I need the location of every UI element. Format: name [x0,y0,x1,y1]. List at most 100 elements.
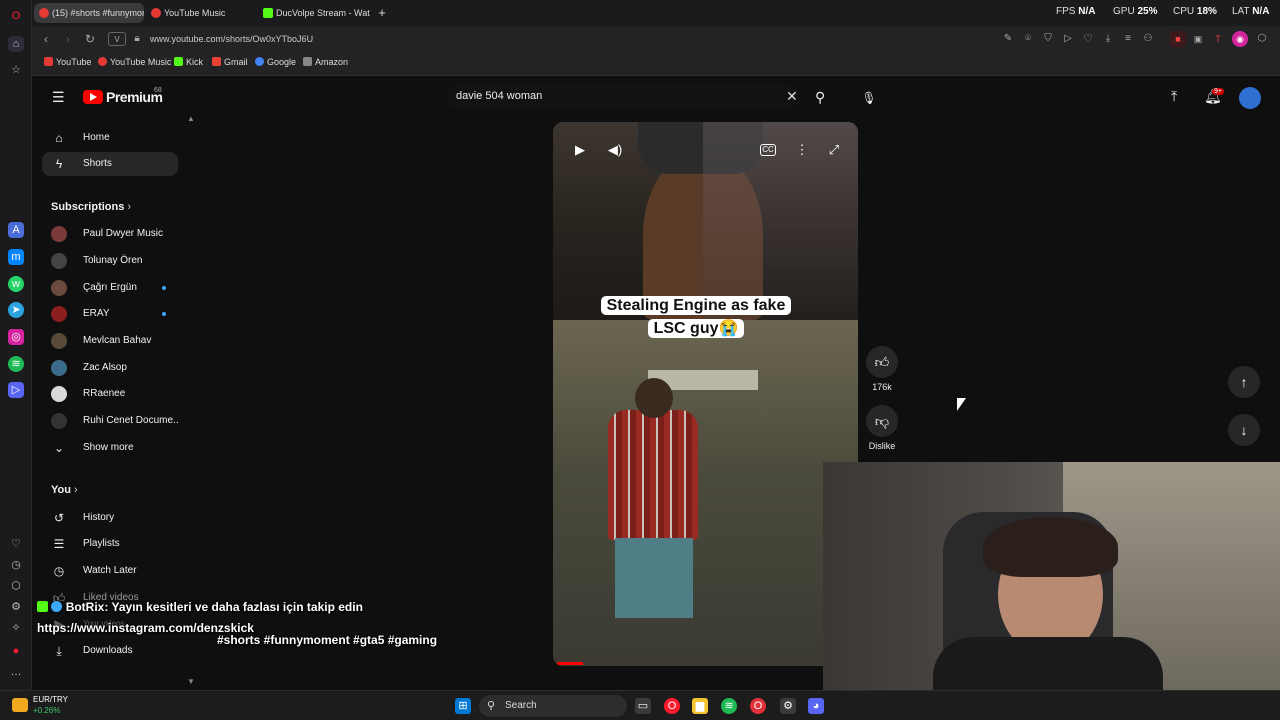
history-rail-icon[interactable]: ◷ [8,557,24,573]
subscription-item[interactable]: Çağrı Ergün [42,276,178,300]
dislike-button[interactable]: 👎︎ [866,405,898,437]
you-heading[interactable]: You › [51,484,78,496]
lightbulb-rail-icon[interactable]: ✧ [8,620,24,636]
tab-youtube-shorts[interactable]: (15) #shorts #funnymome [34,3,144,23]
microphone-icon[interactable]: 🎙︎ [858,87,880,109]
avatar[interactable] [1239,87,1261,109]
channel-name: Mevlcan Bahav [83,335,152,346]
volume-icon[interactable]: ◀) [605,140,625,160]
youtube-logo-icon[interactable] [83,90,103,104]
view-toggle-button[interactable]: V [108,32,126,46]
scroll-up-arrow[interactable]: ▲ [187,114,195,123]
bookmark-google[interactable]: Google [255,57,296,67]
shorts-icon: ϟ [55,157,63,171]
messenger-icon[interactable]: m [8,249,24,265]
extension-red-icon[interactable]: ■ [1170,31,1186,47]
channel-name: Ruhi Cenet Docume... [83,415,178,426]
bookmark-kick[interactable]: Kick [174,57,203,67]
subscription-item[interactable]: ERAY [42,302,178,326]
extension-dark-icon[interactable]: ▣ [1190,31,1206,47]
clear-search-icon[interactable]: ✕ [786,88,798,105]
subscription-item[interactable]: RRaenee [42,382,178,406]
subscriptions-heading[interactable]: Subscriptions › [51,201,131,213]
opera-gx-taskbar-icon[interactable]: O [664,698,680,714]
opera-small-icon[interactable]: ● [8,643,24,659]
fullscreen-icon[interactable]: ⤢ [824,140,844,160]
extension-tb-icon[interactable]: T [1210,31,1226,47]
account-icon[interactable]: ⚇ [1140,31,1156,47]
previous-short-button[interactable]: ↑ [1228,366,1260,398]
shield-icon[interactable]: ⛉ [1040,31,1056,47]
url-field[interactable]: www.youtube.com/shorts/Ow0xYTboJ6U [150,30,1000,48]
cube-rail-icon[interactable]: ⬡ [8,578,24,594]
back-icon[interactable]: ‹ [38,31,54,47]
file-explorer-icon[interactable]: ▆ [692,698,708,714]
subscription-item[interactable]: Tolunay Ören [42,249,178,273]
extension-pink-icon[interactable]: ◉ [1232,31,1248,47]
progress-bar[interactable] [557,662,583,665]
new-tab-button[interactable]: + [374,3,390,23]
extensions-puzzle-icon[interactable]: ⬡ [1254,31,1270,47]
more-options-icon[interactable]: ⋮ [792,140,812,160]
forward-icon[interactable]: › [60,31,76,47]
sidebar-item-watch-later[interactable]: ◷ Watch Later [42,559,178,583]
aria-icon[interactable]: A [8,222,24,238]
bookmarks-rail-icon[interactable]: ☆ [8,62,24,78]
edit-icon[interactable]: ✎ [1000,31,1016,47]
short-video-player[interactable]: ▶ ◀) CC ⋮ ⤢ Stealing Engine as fake LSC … [553,122,858,666]
tab-youtube-music[interactable]: YouTube Music [146,3,256,23]
like-button[interactable]: 👍︎ [866,346,898,378]
reload-icon[interactable]: ↻ [82,31,98,47]
heart-icon[interactable]: ♡ [1080,31,1096,47]
sidebar-item-home[interactable]: ⌂ Home [42,126,178,150]
discord-taskbar-icon[interactable]: ◕ [808,698,824,714]
subscription-item[interactable]: Paul Dwyer Music [42,222,178,246]
subscription-item[interactable]: Zac Alsop [42,356,178,380]
sidebar-item-history[interactable]: ↺ History [42,506,178,530]
bookmark-amazon[interactable]: Amazon [303,57,348,67]
task-view-icon[interactable]: ▭ [635,698,651,714]
settings-rail-icon[interactable]: ⚙ [8,599,24,615]
heart-rail-icon[interactable]: ♡ [8,536,24,552]
whatsapp-icon[interactable]: w [8,276,24,292]
telegram-icon[interactable]: ➤ [8,302,24,318]
sidebar-item-shorts[interactable]: ϟ Shorts [42,152,178,176]
captions-button[interactable]: CC [760,144,776,156]
more-rail-icon[interactable]: … [8,664,24,680]
sidebar-item-downloads[interactable]: ⤓ Downloads [42,639,178,663]
search-box[interactable]: davie 504 woman ✕ [446,84,800,110]
tab-kick-stream[interactable]: DucVolpe Stream - Watch [258,3,370,23]
camera-icon[interactable]: ⌾ [1020,31,1036,47]
opera-logo-icon[interactable]: O [8,8,24,24]
bookmark-label: Google [267,57,297,67]
windows-start-icon[interactable]: ⊞ [455,698,471,714]
download-icon[interactable]: ⤓ [1100,31,1116,47]
menu-icon[interactable]: ≡ [1120,31,1136,47]
play-pause-icon[interactable]: ▶ [570,140,590,160]
bookmark-youtube-music[interactable]: YouTube Music [98,57,171,67]
next-short-button[interactable]: ↓ [1228,414,1260,446]
subscription-item[interactable]: Ruhi Cenet Docume... [42,409,178,433]
subscription-item[interactable]: Mevlcan Bahav [42,329,178,353]
show-more-button[interactable]: ⌄ Show more [42,436,178,460]
stock-widget-icon[interactable] [12,698,28,712]
search-icon[interactable]: ⚲ [815,89,825,106]
taskbar-search-box[interactable]: ⚲ Search [479,695,627,717]
spotify-icon[interactable]: ≋ [8,356,24,372]
bookmark-gmail[interactable]: Gmail [212,57,248,67]
hamburger-menu-icon[interactable]: ☰ [52,90,66,104]
bookmark-label: Amazon [315,57,349,67]
search-input[interactable]: davie 504 woman [456,90,542,102]
play-icon[interactable]: ▷ [1060,31,1076,47]
speed-dial-icon[interactable]: ⌂ [8,36,24,52]
spotify-taskbar-icon[interactable]: ≋ [721,698,737,714]
channel-name: Paul Dwyer Music [83,228,164,239]
opera-taskbar-icon[interactable]: O [750,698,766,714]
instagram-icon[interactable]: ◎ [8,329,24,345]
upload-icon[interactable]: ⤒ [1171,88,1177,105]
settings-taskbar-icon[interactable]: ⚙ [780,698,796,714]
sidebar-item-playlists[interactable]: ☰ Playlists [42,532,178,556]
player-icon[interactable]: ▷ [8,382,24,398]
bookmark-youtube[interactable]: YouTube [44,57,91,67]
scroll-down-arrow[interactable]: ▼ [187,677,195,686]
